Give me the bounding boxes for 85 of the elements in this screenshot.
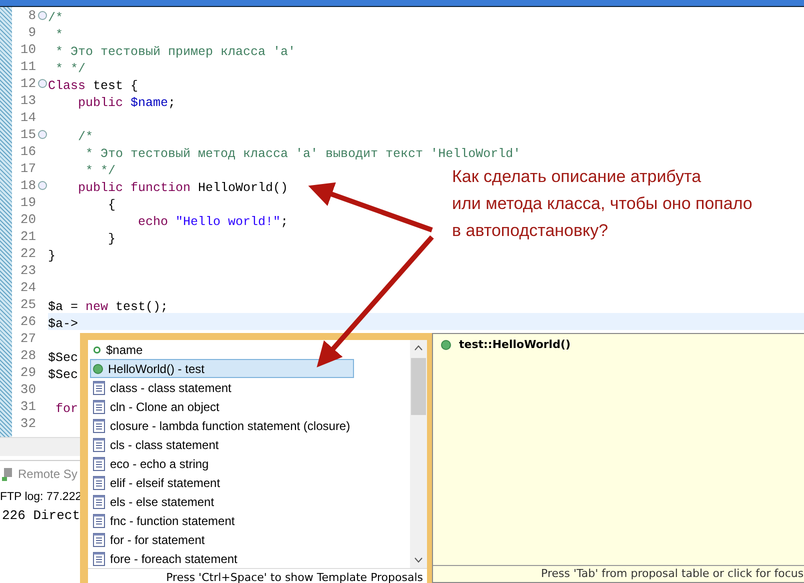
- line-number: 24: [19, 280, 36, 295]
- code-line: * Это тестовый метод класса 'a' выводит текст 'HelloWorld': [84, 146, 521, 161]
- code-line: for: [54, 401, 78, 416]
- proposal-item[interactable]: fnc - function statement: [90, 511, 354, 530]
- scroll-thumb[interactable]: [411, 358, 426, 415]
- code-line: public function HelloWorld(): [77, 180, 288, 195]
- code-line: }: [48, 248, 56, 263]
- line-number: 18: [19, 178, 36, 193]
- code-line: $a->: [48, 316, 78, 331]
- fold-toggle-icon[interactable]: [38, 181, 46, 190]
- line-number: 17: [19, 161, 36, 176]
- line-number: 10: [19, 42, 36, 57]
- annotation-text: Как сделать описание атрибута: [452, 166, 702, 187]
- vertical-scrollbar[interactable]: [410, 340, 427, 568]
- remote-systems-tab[interactable]: Remote Sy: [2, 467, 78, 481]
- field-icon: [93, 346, 101, 354]
- focus-hint: Press 'Tab' from proposal table or click for focus: [433, 565, 804, 582]
- template-icon: [93, 552, 105, 566]
- line-number: 23: [19, 263, 36, 278]
- fold-toggle-icon[interactable]: [38, 79, 46, 88]
- line-number: 14: [19, 110, 36, 125]
- line-number: 31: [19, 399, 36, 414]
- line-number: 11: [19, 59, 36, 74]
- code-line: {: [107, 197, 116, 212]
- proposal-item[interactable]: cln - Clone an object: [90, 397, 354, 416]
- line-number: 9: [27, 25, 36, 40]
- line-number: 29: [19, 365, 36, 380]
- proposal-item[interactable]: HelloWorld() - test: [90, 359, 354, 378]
- line-number: 28: [19, 348, 36, 363]
- proposal-item[interactable]: closure - lambda function statement (closure): [90, 416, 354, 435]
- line-number: 22: [19, 246, 36, 261]
- line-number: 13: [19, 93, 36, 108]
- info-title: test::HelloWorld(): [459, 338, 571, 351]
- code-line: * Это тестовый пример класса 'a': [54, 44, 296, 59]
- line-number: 12: [19, 76, 36, 91]
- proposal-item[interactable]: els - else statement: [90, 492, 354, 511]
- log-label: FTP log: 77.222: [0, 490, 82, 502]
- template-icon: [93, 532, 105, 546]
- line-number: 16: [19, 144, 36, 159]
- template-icon: [93, 418, 105, 432]
- line-number: 21: [19, 229, 36, 244]
- template-icon: [93, 400, 105, 414]
- template-icon: [93, 476, 105, 490]
- code-line: $Sec: [48, 350, 78, 365]
- template-icon: [93, 438, 105, 452]
- line-number: 30: [19, 382, 36, 397]
- proposal-item[interactable]: cls - class statement: [90, 435, 354, 454]
- line-number: 15: [19, 127, 36, 142]
- line-number: 25: [19, 297, 36, 312]
- line-number: 26: [19, 314, 36, 329]
- template-icon: [93, 514, 105, 528]
- proposal-item[interactable]: fore - foreach statement: [90, 549, 354, 568]
- line-number: 8: [27, 8, 36, 23]
- proposal-item[interactable]: for - for statement: [90, 530, 354, 549]
- code-line: echo "Hello world!";: [137, 214, 288, 229]
- proposal-item[interactable]: $name: [90, 340, 354, 359]
- method-icon: [441, 340, 451, 350]
- log-line: 226 Direct: [2, 508, 80, 523]
- code-line: $a = new test();: [48, 299, 168, 314]
- proposal-item[interactable]: class - class statement: [90, 378, 354, 397]
- code-line: *: [54, 27, 64, 42]
- template-icon: [93, 494, 105, 508]
- code-line: /*: [48, 10, 64, 25]
- server-icon: [2, 467, 14, 481]
- annotation-text: в автоподстановку?: [452, 220, 610, 241]
- line-number: 27: [19, 331, 36, 346]
- code-line: * */: [54, 61, 86, 76]
- code-line: $Sec: [48, 367, 78, 382]
- fold-toggle-icon[interactable]: [38, 130, 46, 139]
- code-line: }: [107, 231, 116, 246]
- template-icon: [93, 380, 105, 394]
- proposal-item[interactable]: elif - elseif statement: [90, 473, 354, 492]
- annotation-text: или метода класса, чтобы оно попало: [452, 193, 752, 214]
- code-line: Class test {: [48, 78, 138, 93]
- template-icon: [93, 456, 105, 470]
- proposal-item[interactable]: eco - echo a string: [90, 454, 354, 473]
- code-line: /*: [77, 129, 94, 144]
- code-line: public $name;: [77, 95, 176, 110]
- fold-toggle-icon[interactable]: [38, 11, 46, 20]
- method-icon: [93, 364, 103, 374]
- line-number: 32: [19, 416, 36, 431]
- template-hint: Press 'Ctrl+Space' to show Template Proposals: [88, 568, 427, 583]
- line-number: 19: [19, 195, 36, 210]
- code-line: * */: [84, 163, 116, 178]
- line-number: 20: [19, 212, 36, 227]
